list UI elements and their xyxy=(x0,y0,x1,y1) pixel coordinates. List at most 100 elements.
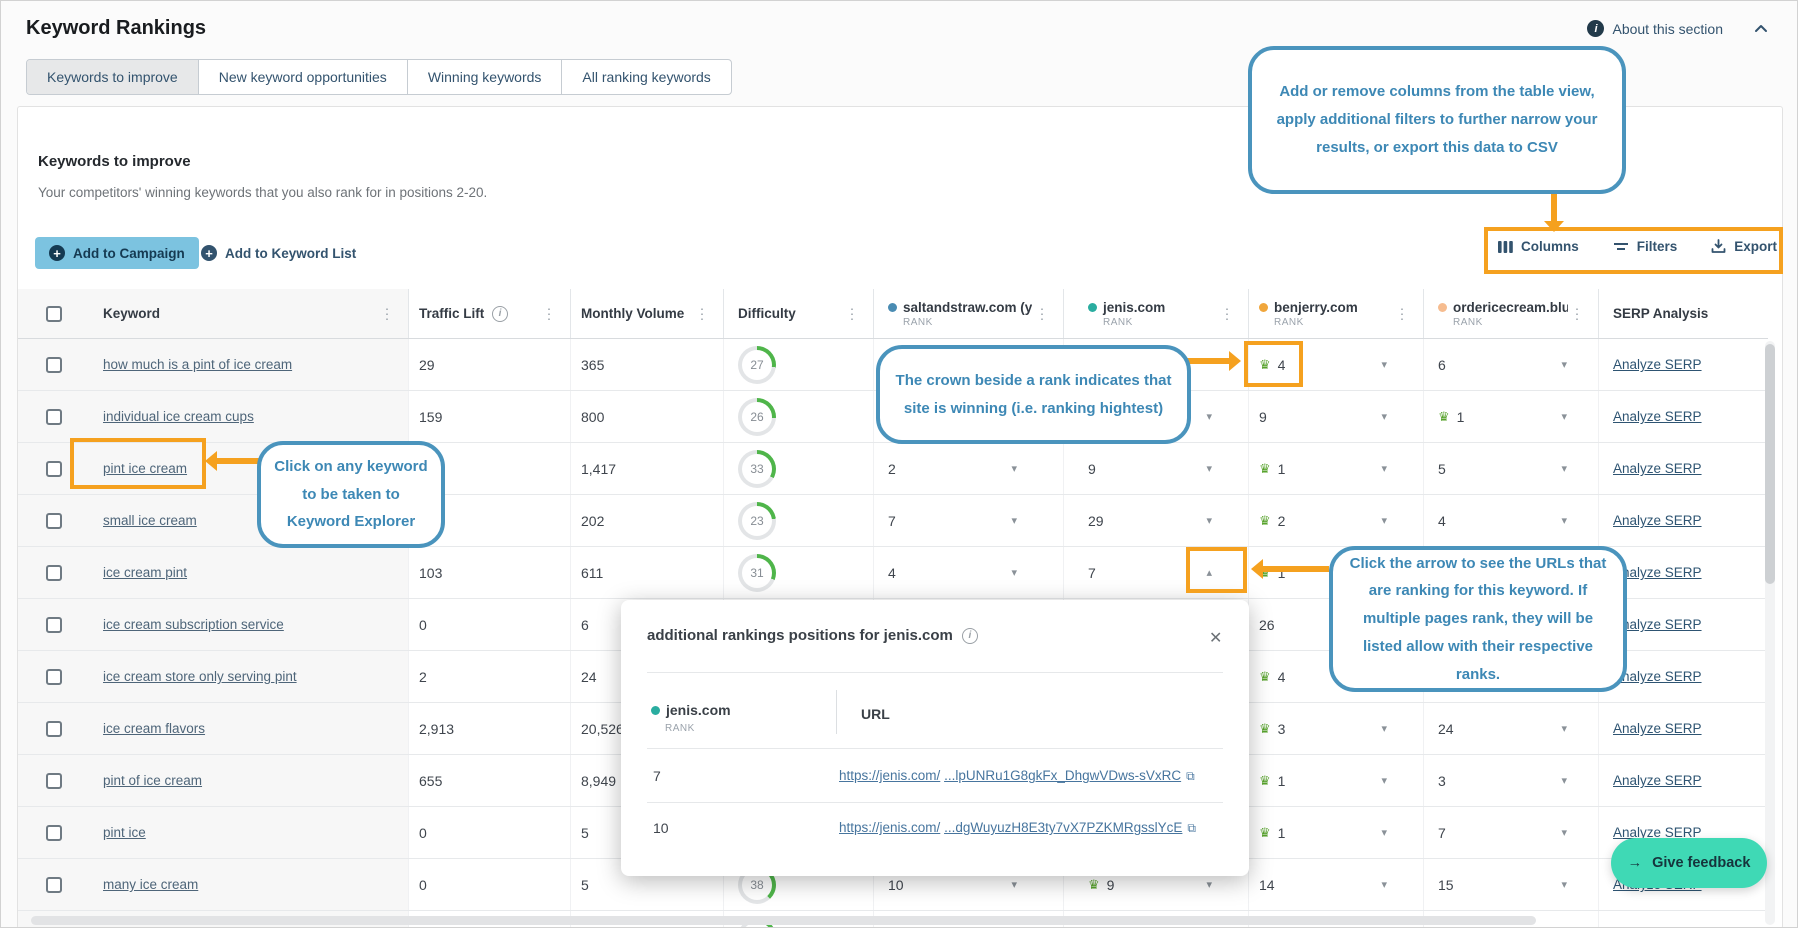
expand-rankings-caret-down-icon[interactable]: ▾ xyxy=(1381,774,1387,787)
add-to-campaign-button[interactable]: + Add to Campaign xyxy=(35,237,199,269)
kebab-menu-icon[interactable]: ⋮ xyxy=(695,305,709,322)
keyword-link[interactable]: ice cream store only serving pint xyxy=(103,669,297,684)
kebab-menu-icon[interactable]: ⋮ xyxy=(1220,305,1234,322)
vertical-scrollbar-thumb[interactable] xyxy=(1765,344,1775,584)
about-this-section[interactable]: i About this section xyxy=(1587,20,1723,37)
tab-keywords-to-improve[interactable]: Keywords to improve xyxy=(27,60,199,94)
expand-rankings-caret-down-icon[interactable]: ▾ xyxy=(1381,410,1387,423)
keyword-link[interactable]: small ice cream xyxy=(103,513,197,528)
filters-button[interactable]: Filters xyxy=(1613,239,1678,254)
expand-rankings-caret-down-icon[interactable]: ▾ xyxy=(1381,878,1387,891)
keyword-link[interactable]: individual ice cream cups xyxy=(103,409,254,424)
ranking-url-link[interactable]: https://jenis.com/ ...dgWuyuzH8E3ty7vX7P… xyxy=(839,820,1196,836)
ranking-url-link[interactable]: https://jenis.com/ ...lpUNRu1G8gkFx_Dhgw… xyxy=(839,768,1195,784)
columns-button[interactable]: Columns xyxy=(1498,239,1579,254)
rank-value: 7 xyxy=(888,513,896,529)
popup-ranking-row: 7 https://jenis.com/ ...lpUNRu1G8gkFx_Dh… xyxy=(621,752,1249,802)
keyword-link[interactable]: pint ice cream xyxy=(103,461,187,476)
expand-rankings-caret-down-icon[interactable]: ▾ xyxy=(1561,878,1567,891)
popup-ranking-row: 10 https://jenis.com/ ...dgWuyuzH8E3ty7v… xyxy=(621,804,1249,854)
row-checkbox[interactable] xyxy=(46,825,62,841)
expand-rankings-caret-down-icon[interactable]: ▾ xyxy=(1381,358,1387,371)
row-checkbox[interactable] xyxy=(46,565,62,581)
kebab-menu-icon[interactable]: ⋮ xyxy=(1570,305,1584,322)
analyze-serp-link[interactable]: Analyze SERP xyxy=(1613,773,1702,788)
traffic-lift-value: 0 xyxy=(419,877,427,893)
keyword-link[interactable]: pint ice xyxy=(103,825,146,840)
tab-new-keyword-opportunities[interactable]: New keyword opportunities xyxy=(199,60,408,94)
expand-rankings-caret-down-icon[interactable]: ▾ xyxy=(1381,462,1387,475)
rank-value: 4 xyxy=(1438,513,1446,529)
crown-icon: ♛ xyxy=(1259,670,1271,683)
add-to-keyword-list-button[interactable]: + Add to Keyword List xyxy=(201,237,356,269)
crown-icon: ♛ xyxy=(1088,878,1100,891)
expand-rankings-caret-down-icon[interactable]: ▾ xyxy=(1206,514,1212,527)
expand-rankings-caret-down-icon[interactable]: ▾ xyxy=(1561,462,1567,475)
select-all-checkbox[interactable] xyxy=(46,306,62,322)
row-checkbox[interactable] xyxy=(46,617,62,633)
tab-winning-keywords[interactable]: Winning keywords xyxy=(408,60,563,94)
kebab-menu-icon[interactable]: ⋮ xyxy=(1395,305,1409,322)
analyze-serp-link[interactable]: Analyze SERP xyxy=(1613,409,1702,424)
analyze-serp-link[interactable]: Analyze SERP xyxy=(1613,357,1702,372)
analyze-serp-link[interactable]: Analyze SERP xyxy=(1613,721,1702,736)
popup-site-header: jenis.com xyxy=(651,702,731,718)
analyze-serp-link[interactable]: Analyze SERP xyxy=(1613,461,1702,476)
keyword-link[interactable]: ice cream subscription service xyxy=(103,617,284,632)
expand-rankings-caret-down-icon[interactable]: ▾ xyxy=(1381,722,1387,735)
kebab-menu-icon[interactable]: ⋮ xyxy=(845,305,859,322)
expand-rankings-caret-down-icon[interactable]: ▾ xyxy=(1381,826,1387,839)
expand-rankings-caret-down-icon[interactable]: ▾ xyxy=(1561,826,1567,839)
rank-value: 4 xyxy=(888,565,896,581)
popup-rank-value: 10 xyxy=(653,820,669,836)
expand-rankings-caret-down-icon[interactable]: ▾ xyxy=(1011,462,1017,475)
expand-rankings-caret-down-icon[interactable]: ▾ xyxy=(1561,722,1567,735)
divider xyxy=(647,748,1223,749)
collapse-rankings-caret-up-icon[interactable]: ▴ xyxy=(1206,566,1212,579)
popup-rank-value: 7 xyxy=(653,768,661,784)
keyword-link[interactable]: how much is a pint of ice cream xyxy=(103,357,292,372)
horizontal-scrollbar-thumb[interactable] xyxy=(31,916,1536,925)
keyword-link[interactable]: ice cream pint xyxy=(103,565,187,580)
rank-cell-benjerry: ♛1▾ xyxy=(1248,755,1423,806)
row-checkbox[interactable] xyxy=(46,409,62,425)
expand-rankings-caret-down-icon[interactable]: ▾ xyxy=(1561,410,1567,423)
close-icon[interactable]: ✕ xyxy=(1209,628,1222,648)
expand-rankings-caret-down-icon[interactable]: ▾ xyxy=(1381,514,1387,527)
kebab-menu-icon[interactable]: ⋮ xyxy=(542,305,556,322)
tab-all-ranking-keywords[interactable]: All ranking keywords xyxy=(562,60,730,94)
row-checkbox[interactable] xyxy=(46,461,62,477)
kebab-menu-icon[interactable]: ⋮ xyxy=(380,305,394,322)
give-feedback-button[interactable]: → Give feedback xyxy=(1611,838,1767,888)
rank-value: 26 xyxy=(1259,617,1275,633)
expand-rankings-caret-down-icon[interactable]: ▾ xyxy=(1011,566,1017,579)
column-header-serp-analysis: SERP Analysis xyxy=(1613,306,1708,321)
row-checkbox[interactable] xyxy=(46,773,62,789)
site-dot-icon xyxy=(651,706,660,715)
expand-rankings-caret-down-icon[interactable]: ▾ xyxy=(1206,462,1212,475)
analyze-serp-link[interactable]: Analyze SERP xyxy=(1613,513,1702,528)
row-checkbox[interactable] xyxy=(46,669,62,685)
kebab-menu-icon[interactable]: ⋮ xyxy=(1035,305,1049,322)
keyword-link[interactable]: many ice cream xyxy=(103,877,198,892)
keyword-link[interactable]: pint of ice cream xyxy=(103,773,202,788)
orange-arrow-right-icon xyxy=(1187,358,1229,364)
traffic-lift-value: 103 xyxy=(419,565,442,581)
expand-rankings-caret-down-icon[interactable]: ▾ xyxy=(1561,358,1567,371)
collapse-section-button[interactable] xyxy=(1753,21,1769,37)
expand-rankings-caret-down-icon[interactable]: ▾ xyxy=(1206,410,1212,423)
expand-rankings-caret-down-icon[interactable]: ▾ xyxy=(1011,878,1017,891)
row-checkbox[interactable] xyxy=(46,513,62,529)
expand-rankings-caret-down-icon[interactable]: ▾ xyxy=(1561,774,1567,787)
callout-arrow: Click the arrow to see the URLs that are… xyxy=(1329,546,1627,692)
row-checkbox[interactable] xyxy=(46,357,62,373)
keyword-link[interactable]: ice cream flavors xyxy=(103,721,205,736)
row-checkbox[interactable] xyxy=(46,877,62,893)
expand-rankings-caret-down-icon[interactable]: ▾ xyxy=(1011,514,1017,527)
orange-arrow-left-head-icon xyxy=(1251,559,1263,579)
column-header-saltandstraw: saltandstraw.com (y RANK ⋮ xyxy=(873,289,1063,338)
export-button[interactable]: Export xyxy=(1711,239,1777,254)
expand-rankings-caret-down-icon[interactable]: ▾ xyxy=(1206,878,1212,891)
row-checkbox[interactable] xyxy=(46,721,62,737)
expand-rankings-caret-down-icon[interactable]: ▾ xyxy=(1561,514,1567,527)
